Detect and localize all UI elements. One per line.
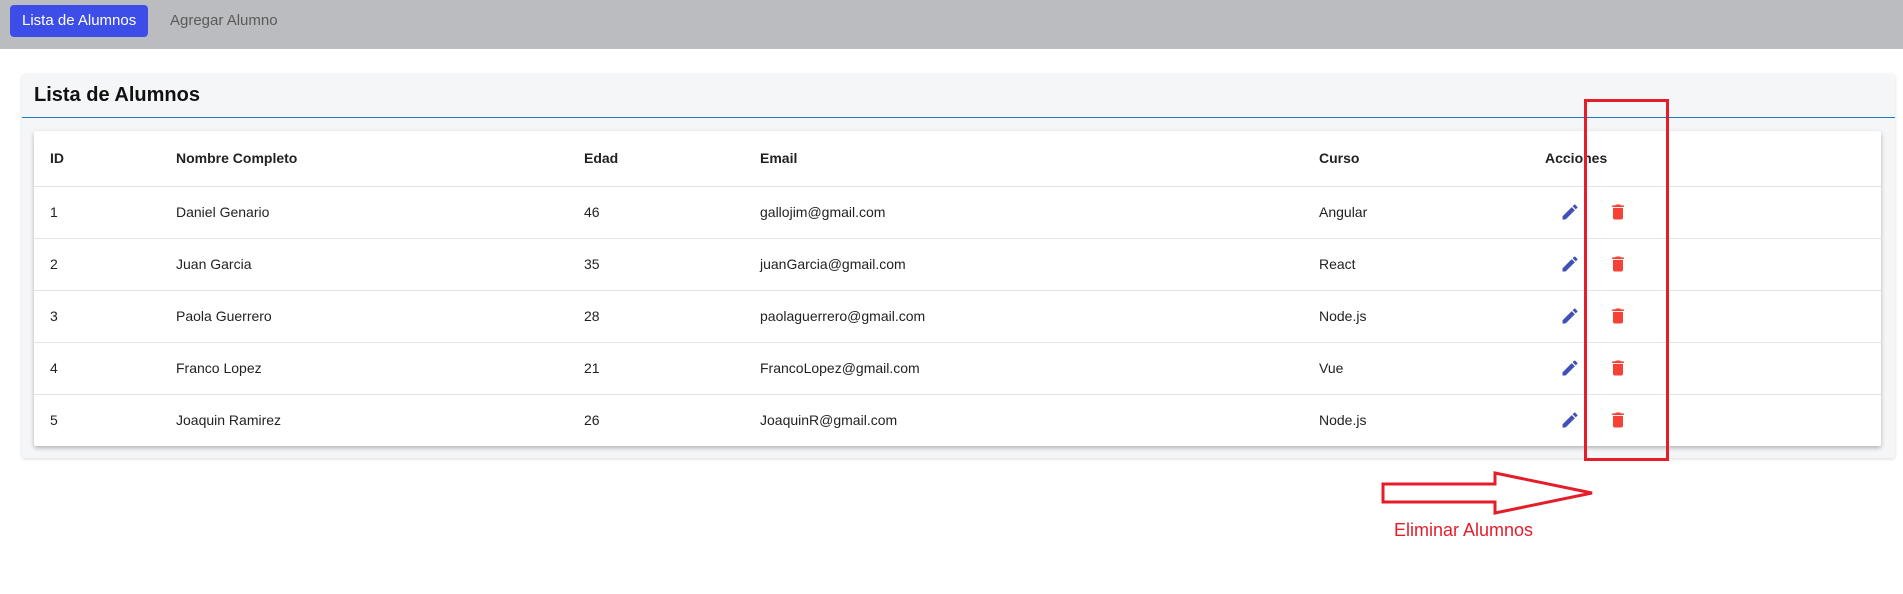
edit-pencil-icon[interactable]	[1559, 201, 1581, 223]
header-name: Nombre Completo	[160, 131, 568, 187]
cell-age: 35	[568, 238, 744, 291]
header-course: Curso	[1303, 131, 1529, 187]
cell-id: 4	[34, 342, 160, 395]
cell-id: 3	[34, 290, 160, 343]
header-id: ID	[34, 131, 160, 187]
cell-actions	[1529, 394, 1881, 446]
cell-name: Daniel Genario	[160, 186, 568, 239]
cell-id: 1	[34, 186, 160, 239]
cell-age: 28	[568, 290, 744, 343]
top-nav-bar: Lista de Alumnos Agregar Alumno	[0, 0, 1903, 49]
cell-name: Juan Garcia	[160, 238, 568, 291]
edit-pencil-icon[interactable]	[1559, 253, 1581, 275]
cell-actions	[1529, 238, 1881, 291]
edit-pencil-icon[interactable]	[1559, 409, 1581, 431]
edit-pencil-icon[interactable]	[1559, 357, 1581, 379]
card-title: Lista de Alumnos	[34, 84, 200, 106]
cell-email: FrancoLopez@gmail.com	[744, 342, 1303, 395]
header-email: Email	[744, 131, 1303, 187]
cell-actions	[1529, 186, 1881, 239]
annotation-arrow-icon	[1381, 471, 1593, 515]
cell-email: paolaguerrero@gmail.com	[744, 290, 1303, 343]
cell-age: 46	[568, 186, 744, 239]
edit-pencil-icon[interactable]	[1559, 305, 1581, 327]
cell-course: Angular	[1303, 186, 1529, 239]
cell-course: React	[1303, 238, 1529, 291]
annotation-highlight-box	[1584, 99, 1669, 461]
header-actions: Acciones	[1529, 131, 1881, 187]
cell-age: 26	[584, 412, 600, 429]
cell-name: Joaquin Ramirez	[176, 412, 282, 429]
cell-course: Vue	[1303, 342, 1529, 395]
cell-course: Node.js	[1319, 412, 1367, 429]
nav-agregar-alumno-link[interactable]: Agregar Alumno	[158, 5, 290, 37]
cell-email: juanGarcia@gmail.com	[744, 238, 1303, 291]
annotation-label: Eliminar Alumnos	[1394, 520, 1534, 540]
cell-email: gallojim@gmail.com	[744, 186, 1303, 239]
cell-name: Paola Guerrero	[160, 290, 568, 343]
cell-id: 2	[34, 238, 160, 291]
cell-actions	[1529, 290, 1881, 343]
header-age: Edad	[568, 131, 744, 187]
nav-lista-alumnos-button[interactable]: Lista de Alumnos	[10, 5, 149, 37]
cell-id: 5	[50, 412, 58, 429]
cell-age: 21	[568, 342, 744, 395]
cell-actions	[1529, 342, 1881, 395]
cell-email: JoaquinR@gmail.com	[760, 412, 898, 429]
cell-course: Node.js	[1303, 290, 1529, 343]
cell-name: Franco Lopez	[160, 342, 568, 395]
